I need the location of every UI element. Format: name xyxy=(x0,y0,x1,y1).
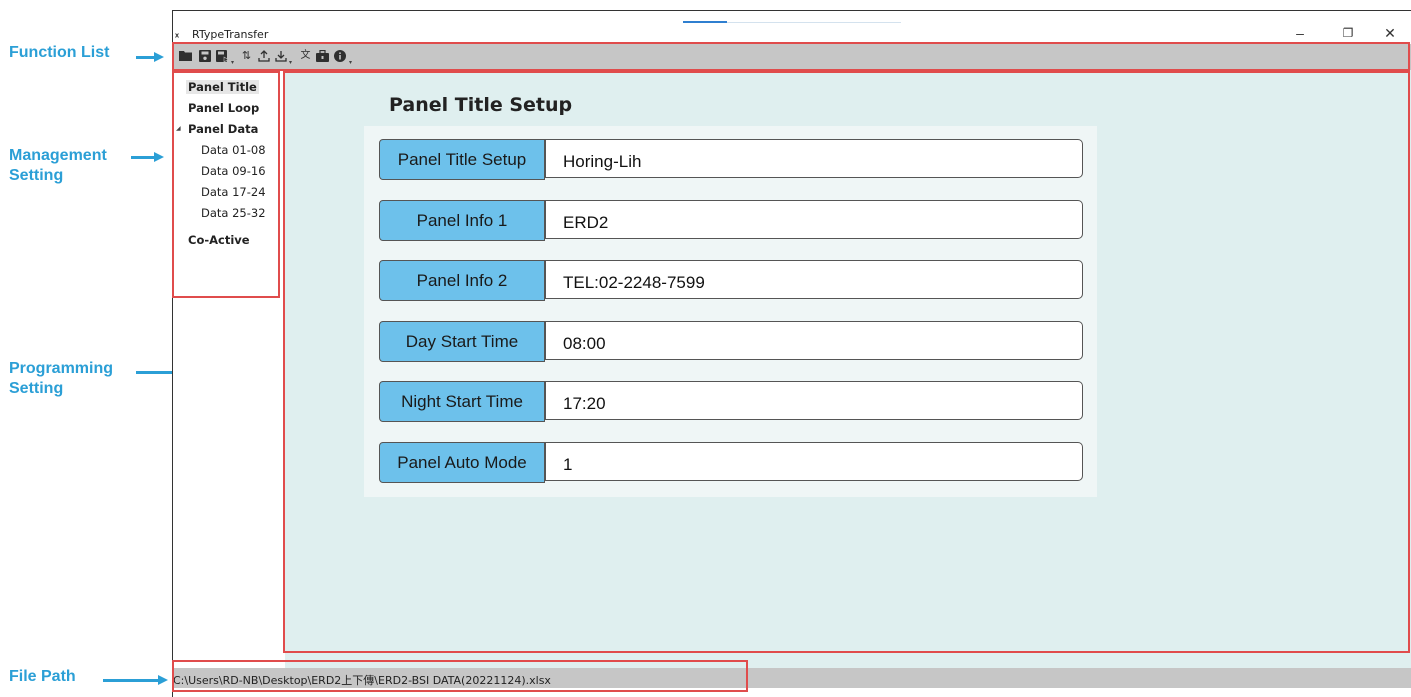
restore-icon[interactable]: ❐ xyxy=(1338,25,1358,41)
caret-down-icon[interactable]: ▾ xyxy=(349,60,354,66)
field-row: Panel Info 1 ERD2 xyxy=(379,200,1083,241)
toolbar: ▾ ⇅ ▾ 文 ▾ xyxy=(173,44,1411,70)
loading-indicator xyxy=(683,21,901,23)
caret-down-icon[interactable]: ▾ xyxy=(289,60,294,66)
window-title: RTypeTransfer xyxy=(192,28,269,41)
sidebar-item-data-17-24[interactable]: Data 17-24 xyxy=(201,185,266,199)
field-row: Panel Info 2 TEL:02-2248-7599 xyxy=(379,260,1083,301)
arrow-function-list xyxy=(136,52,164,62)
annotation-file-path: File Path xyxy=(9,668,76,685)
annotation-programming-setting: Programming Setting xyxy=(9,360,114,397)
annotation-management-setting: Management Setting xyxy=(9,147,107,184)
app-logo-icon: ₓ xyxy=(175,28,180,40)
file-path-text: C:\Users\RD-NB\Desktop\ERD2上下傳\ERD2-BSI … xyxy=(173,674,551,687)
transfer-icon[interactable]: ⇅ xyxy=(240,50,253,62)
open-folder-icon[interactable] xyxy=(179,50,192,62)
close-icon[interactable]: ✕ xyxy=(1380,25,1400,41)
title-bar: ₓ RTypeTransfer – ❐ ✕ xyxy=(173,11,1411,43)
expand-caret-icon[interactable]: ◢ xyxy=(176,125,181,132)
panel-auto-mode-input[interactable]: 1 xyxy=(545,442,1083,481)
field-row: Night Start Time 17:20 xyxy=(379,381,1083,422)
sidebar-item-panel-title[interactable]: Panel Title xyxy=(186,80,259,94)
sidebar-item-data-25-32[interactable]: Data 25-32 xyxy=(201,206,266,220)
sidebar-item-data-09-16[interactable]: Data 09-16 xyxy=(201,164,266,178)
status-bar: C:\Users\RD-NB\Desktop\ERD2上下傳\ERD2-BSI … xyxy=(173,668,1411,688)
field-row: Day Start Time 08:00 xyxy=(379,321,1083,362)
programming-area: Panel Title Setup Panel Title Setup Hori… xyxy=(285,70,1411,675)
annotation-function-list: Function List xyxy=(9,44,110,61)
settings-panel: Panel Title Setup Horing-Lih Panel Info … xyxy=(364,126,1097,497)
field-row: Panel Title Setup Horing-Lih xyxy=(379,139,1083,180)
field-label: Panel Info 1 xyxy=(379,200,545,241)
minimize-icon[interactable]: – xyxy=(1290,25,1310,41)
app-window: ₓ RTypeTransfer – ❐ ✕ ▾ ⇅ ▾ 文 ▾ Panel Ti… xyxy=(172,10,1411,697)
field-label: Night Start Time xyxy=(379,381,545,422)
sidebar-item-panel-loop[interactable]: Panel Loop xyxy=(188,101,259,115)
field-label: Day Start Time xyxy=(379,321,545,362)
management-sidebar: Panel Title Panel Loop ◢ Panel Data Data… xyxy=(173,70,286,675)
sidebar-item-co-active[interactable]: Co-Active xyxy=(188,233,250,247)
page-title: Panel Title Setup xyxy=(389,94,573,116)
upload-icon[interactable] xyxy=(257,50,270,62)
panel-info-2-input[interactable]: TEL:02-2248-7599 xyxy=(545,260,1083,299)
field-label: Panel Title Setup xyxy=(379,139,545,180)
download-icon[interactable] xyxy=(274,50,287,62)
language-icon[interactable]: 文 xyxy=(299,50,312,62)
panel-info-1-input[interactable]: ERD2 xyxy=(545,200,1083,239)
panel-title-input[interactable]: Horing-Lih xyxy=(545,139,1083,178)
arrow-file-path xyxy=(103,675,168,685)
save-as-icon[interactable] xyxy=(216,50,229,63)
night-start-time-input[interactable]: 17:20 xyxy=(545,381,1083,420)
sidebar-item-panel-data[interactable]: Panel Data xyxy=(188,122,258,136)
day-start-time-input[interactable]: 08:00 xyxy=(545,321,1083,360)
field-row: Panel Auto Mode 1 xyxy=(379,442,1083,483)
arrow-management-setting xyxy=(131,152,164,162)
sidebar-item-data-01-08[interactable]: Data 01-08 xyxy=(201,143,266,157)
field-label: Panel Info 2 xyxy=(379,260,545,301)
toolbox-icon[interactable] xyxy=(316,49,329,62)
field-label: Panel Auto Mode xyxy=(379,442,545,483)
save-icon[interactable] xyxy=(198,50,211,62)
info-icon[interactable] xyxy=(333,50,346,62)
caret-down-icon[interactable]: ▾ xyxy=(231,60,236,66)
